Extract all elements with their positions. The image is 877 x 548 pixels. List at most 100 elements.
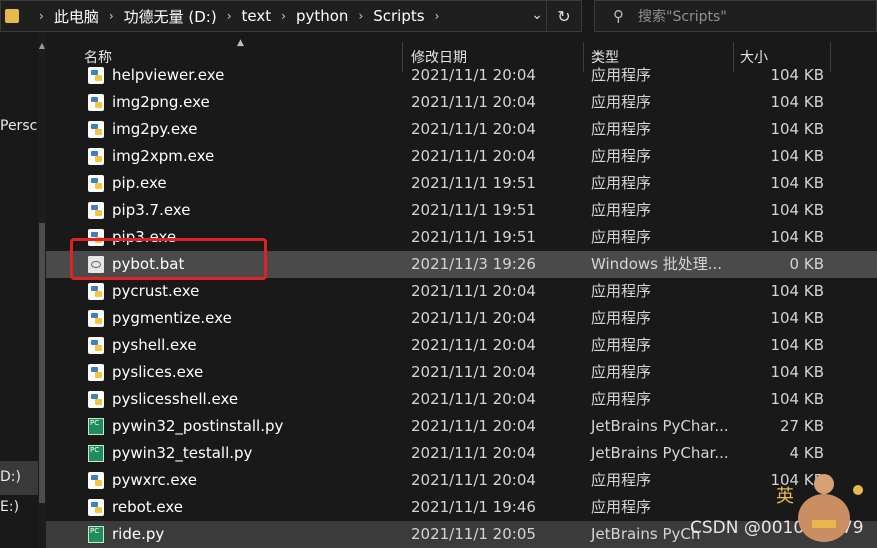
file-date: 2021/11/1 20:04 bbox=[411, 444, 536, 462]
breadcrumb-item[interactable]: 功德无量 (D:) bbox=[124, 6, 217, 27]
file-date: 2021/11/1 20:05 bbox=[411, 525, 536, 543]
file-type: 应用程序 bbox=[591, 309, 652, 327]
file-type: 应用程序 bbox=[591, 93, 652, 111]
mascot-image: 英 bbox=[776, 474, 863, 542]
file-row[interactable]: pyslices.exe 2021/11/1 20:04 应用程序 104 KB bbox=[46, 359, 877, 386]
file-type: 应用程序 bbox=[591, 471, 652, 489]
breadcrumb-item[interactable]: Scripts bbox=[373, 7, 424, 25]
python-exe-icon bbox=[88, 121, 104, 138]
scroll-up-icon[interactable]: ▲ bbox=[38, 41, 46, 50]
batch-file-icon bbox=[88, 256, 104, 273]
file-date: 2021/11/1 20:04 bbox=[411, 66, 536, 84]
file-date: 2021/11/1 19:46 bbox=[411, 498, 536, 516]
breadcrumb-separator-icon[interactable]: › bbox=[358, 9, 363, 23]
file-size: 104 KB bbox=[770, 309, 824, 327]
file-date: 2021/11/1 20:04 bbox=[411, 336, 536, 354]
refresh-icon[interactable]: ↻ bbox=[546, 1, 581, 31]
file-row[interactable]: pip3.7.exe 2021/11/1 19:51 应用程序 104 KB bbox=[46, 197, 877, 224]
file-type: 应用程序 bbox=[591, 336, 652, 354]
address-bar[interactable]: › 此电脑 › 功德无量 (D:) › text › python › Scripts › ⌄ ↻ bbox=[0, 0, 582, 32]
file-size: 104 KB bbox=[770, 336, 824, 354]
sort-up-icon: ▲ bbox=[237, 38, 244, 48]
pycharm-file-icon bbox=[88, 445, 104, 462]
file-name: pip.exe bbox=[112, 174, 167, 192]
file-type: Windows 批处理... bbox=[591, 255, 723, 273]
file-row[interactable]: pygmentize.exe 2021/11/1 20:04 应用程序 104 KB bbox=[46, 305, 877, 332]
file-date: 2021/11/3 19:26 bbox=[411, 255, 536, 273]
python-exe-icon bbox=[88, 94, 104, 111]
file-type: 应用程序 bbox=[591, 174, 652, 192]
file-row[interactable]: pywin32_testall.py2021/11/1 20:04JetBrai… bbox=[46, 440, 877, 467]
file-size: 104 KB bbox=[770, 390, 824, 408]
file-size: 104 KB bbox=[770, 282, 824, 300]
python-exe-icon bbox=[88, 472, 104, 489]
file-type: 应用程序 bbox=[591, 363, 652, 381]
file-type: JetBrains PyCh bbox=[591, 525, 701, 543]
folder-icon bbox=[5, 9, 19, 23]
nav-scrollbar[interactable]: ▲ bbox=[38, 33, 46, 548]
python-exe-icon bbox=[88, 310, 104, 327]
file-size: 104 KB bbox=[770, 201, 824, 219]
file-row[interactable]: rebot.exe2021/11/1 19:46应用程序1 bbox=[46, 494, 877, 521]
file-row[interactable]: pywxrc.exe 2021/11/1 20:04 应用程序 104 KB bbox=[46, 467, 877, 494]
breadcrumb-separator-icon[interactable]: › bbox=[435, 9, 440, 23]
nav-item-drive-d[interactable]: D:) bbox=[0, 469, 21, 485]
file-size: 104 KB bbox=[770, 147, 824, 165]
breadcrumb-separator-icon[interactable]: › bbox=[109, 9, 114, 23]
file-size: 27 KB bbox=[780, 417, 824, 435]
breadcrumb-item[interactable]: python bbox=[296, 7, 348, 25]
file-type: 应用程序 bbox=[591, 147, 652, 165]
pycharm-file-icon bbox=[88, 526, 104, 543]
python-exe-icon bbox=[88, 283, 104, 300]
file-name: pygmentize.exe bbox=[112, 309, 232, 327]
file-list: helpviewer.exe 2021/11/1 20:04 应用程序 104 KB i… bbox=[46, 64, 877, 548]
file-row[interactable]: pybot.bat 2021/11/3 19:26 Windows 批处理... 0 … bbox=[46, 251, 877, 278]
file-row[interactable]: pycrust.exe 2021/11/1 20:04 应用程序 104 KB bbox=[46, 278, 877, 305]
file-row[interactable]: img2png.exe 2021/11/1 20:04 应用程序 104 KB bbox=[46, 89, 877, 116]
breadcrumb-separator-icon[interactable]: › bbox=[281, 9, 286, 23]
search-icon: ⚲ bbox=[613, 7, 624, 25]
python-exe-icon bbox=[88, 337, 104, 354]
file-row[interactable]: pyshell.exe 2021/11/1 20:04 应用程序 104 KB bbox=[46, 332, 877, 359]
file-row[interactable]: helpviewer.exe 2021/11/1 20:04 应用程序 104 KB bbox=[46, 64, 877, 89]
file-date: 2021/11/1 20:04 bbox=[411, 282, 536, 300]
file-name: pip3.exe bbox=[112, 228, 177, 246]
breadcrumb-separator-icon[interactable]: › bbox=[39, 9, 44, 23]
file-name: img2py.exe bbox=[112, 120, 198, 138]
python-exe-icon bbox=[88, 202, 104, 219]
search-box[interactable]: ⚲ 搜索"Scripts" bbox=[594, 0, 877, 32]
file-size: 104 KB bbox=[770, 120, 824, 138]
python-exe-icon bbox=[88, 175, 104, 192]
file-row[interactable]: pyslicesshell.exe 2021/11/1 20:04 应用程序 104 … bbox=[46, 386, 877, 413]
file-name: rebot.exe bbox=[112, 498, 184, 516]
file-row[interactable]: pip.exe 2021/11/1 19:51 应用程序 104 KB bbox=[46, 170, 877, 197]
file-date: 2021/11/1 20:04 bbox=[411, 120, 536, 138]
breadcrumb-separator-icon[interactable]: › bbox=[227, 9, 232, 23]
file-row[interactable]: pywin32_postinstall.py2021/11/1 20:04Jet… bbox=[46, 413, 877, 440]
file-name: pycrust.exe bbox=[112, 282, 200, 300]
file-date: 2021/11/1 19:51 bbox=[411, 228, 536, 246]
nav-item-drive-e[interactable]: E:) bbox=[0, 499, 19, 515]
file-size: 104 KB bbox=[770, 66, 824, 84]
chevron-down-icon[interactable]: ⌄ bbox=[531, 7, 543, 23]
nav-scrollbar-thumb[interactable] bbox=[39, 223, 45, 503]
breadcrumb-item[interactable]: 此电脑 bbox=[54, 6, 99, 27]
breadcrumb: › 此电脑 › 功德无量 (D:) › text › python › Scripts › bbox=[29, 6, 449, 27]
file-row[interactable]: pip3.exe 2021/11/1 19:51 应用程序 104 KB bbox=[46, 224, 877, 251]
breadcrumb-item[interactable]: text bbox=[242, 7, 272, 25]
file-name: img2xpm.exe bbox=[112, 147, 215, 165]
file-row[interactable]: img2py.exe 2021/11/1 20:04 应用程序 104 KB bbox=[46, 116, 877, 143]
file-size: 104 KB bbox=[770, 228, 824, 246]
file-date: 2021/11/1 20:04 bbox=[411, 147, 536, 165]
search-input[interactable]: 搜索"Scripts" bbox=[638, 6, 727, 26]
file-size: 104 KB bbox=[770, 363, 824, 381]
file-name: pybot.bat bbox=[112, 255, 185, 273]
file-name: pyslices.exe bbox=[112, 363, 204, 381]
file-date: 2021/11/1 20:04 bbox=[411, 417, 536, 435]
file-name: pyslicesshell.exe bbox=[112, 390, 239, 408]
nav-item-persc[interactable]: Persc bbox=[0, 118, 37, 134]
file-name: ride.py bbox=[112, 525, 165, 543]
python-exe-icon bbox=[88, 364, 104, 381]
python-exe-icon bbox=[88, 391, 104, 408]
file-row[interactable]: img2xpm.exe 2021/11/1 20:04 应用程序 104 KB bbox=[46, 143, 877, 170]
